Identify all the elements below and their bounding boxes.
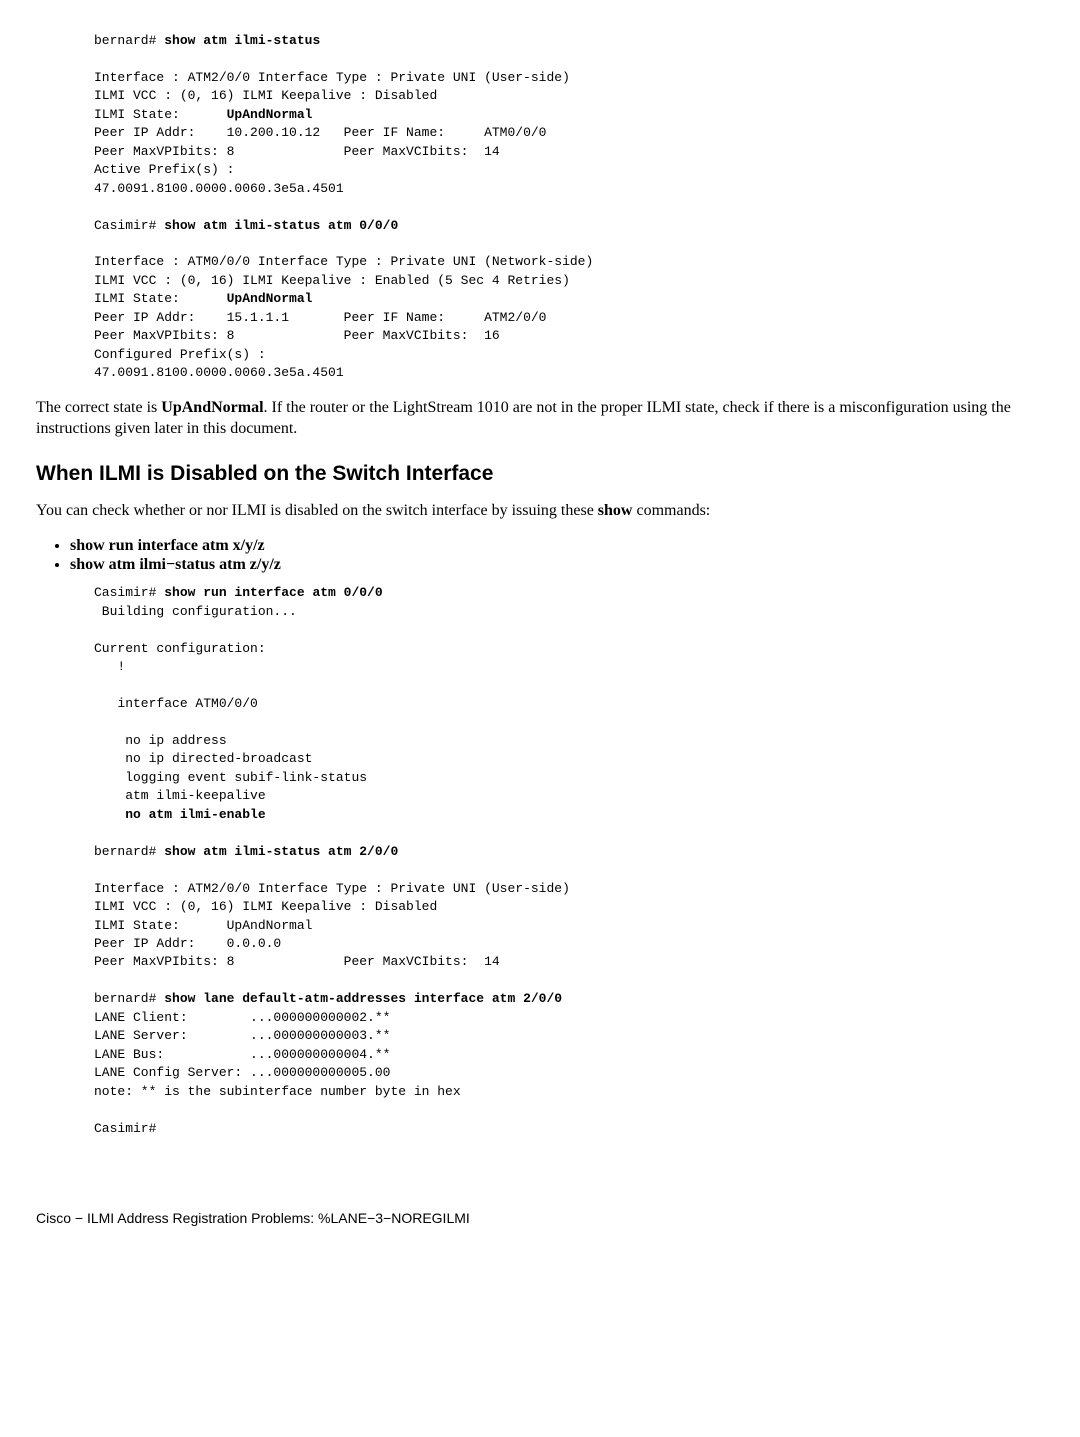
line: logging event subif-link-status <box>94 770 367 785</box>
terminal-output-2: Casimir# show run interface atm 0/0/0 Bu… <box>94 584 1044 1138</box>
command: show atm ilmi-status atm 2/0/0 <box>164 844 398 859</box>
prompt: bernard# <box>94 991 164 1006</box>
prompt: Casimir# <box>94 218 164 233</box>
line: Peer IP Addr: 10.200.10.12 Peer IF Name:… <box>94 125 546 140</box>
line: 47.0091.8100.0000.0060.3e5a.4501 <box>94 181 344 196</box>
page-footer: Cisco − ILMI Address Registration Proble… <box>36 1210 1044 1226</box>
list-item: show run interface atm x/y/z <box>70 537 1044 555</box>
terminal-output-1: bernard# show atm ilmi-status Interface … <box>94 32 1044 383</box>
line: LANE Server: ...000000000003.** <box>94 1028 390 1043</box>
command: show run interface atm 0/0/0 <box>164 585 382 600</box>
state-name: UpAndNormal <box>161 399 263 416</box>
command: show atm ilmi-status atm 0/0/0 <box>164 218 398 233</box>
line: LANE Config Server: ...000000000005.00 <box>94 1065 390 1080</box>
line: Configured Prefix(s) : <box>94 347 266 362</box>
line: Interface : ATM2/0/0 Interface Type : Pr… <box>94 881 570 896</box>
line: Interface : ATM0/0/0 Interface Type : Pr… <box>94 254 593 269</box>
prompt: Casimir# <box>94 1121 156 1136</box>
line-indent <box>94 807 125 822</box>
prompt: bernard# <box>94 844 164 859</box>
line: Peer MaxVPIbits: 8 Peer MaxVCIbits: 16 <box>94 328 500 343</box>
line: 47.0091.8100.0000.0060.3e5a.4501 <box>94 365 344 380</box>
command: show atm ilmi-status <box>164 33 320 48</box>
line: ILMI State: <box>94 107 227 122</box>
ilmi-state: UpAndNormal <box>227 107 313 122</box>
paragraph: The correct state is UpAndNormal. If the… <box>36 397 1044 440</box>
line: ILMI VCC : (0, 16) ILMI Keepalive : Enab… <box>94 273 570 288</box>
line: ILMI VCC : (0, 16) ILMI Keepalive : Disa… <box>94 899 437 914</box>
line: interface ATM0/0/0 <box>94 696 258 711</box>
paragraph: You can check whether or nor ILMI is dis… <box>36 500 1044 522</box>
command-list: show run interface atm x/y/z show atm il… <box>70 537 1044 574</box>
line: Current configuration: <box>94 641 266 656</box>
line: LANE Bus: ...000000000004.** <box>94 1047 390 1062</box>
prompt: bernard# <box>94 33 164 48</box>
line: Peer IP Addr: 0.0.0.0 <box>94 936 281 951</box>
line: atm ilmi-keepalive <box>94 788 266 803</box>
ilmi-state: UpAndNormal <box>227 291 313 306</box>
line: note: ** is the subinterface number byte… <box>94 1084 461 1099</box>
line: ILMI State: UpAndNormal <box>94 918 312 933</box>
command: show lane default-atm-addresses interfac… <box>164 991 562 1006</box>
line: ILMI VCC : (0, 16) ILMI Keepalive : Disa… <box>94 88 437 103</box>
line: Peer MaxVPIbits: 8 Peer MaxVCIbits: 14 <box>94 954 500 969</box>
line: Peer IP Addr: 15.1.1.1 Peer IF Name: ATM… <box>94 310 546 325</box>
line: Interface : ATM2/0/0 Interface Type : Pr… <box>94 70 570 85</box>
line: no ip directed-broadcast <box>94 751 312 766</box>
line: no ip address <box>94 733 227 748</box>
list-item: show atm ilmi−status atm z/y/z <box>70 556 1044 574</box>
command-name: show <box>598 502 633 519</box>
line: ILMI State: <box>94 291 227 306</box>
section-heading: When ILMI is Disabled on the Switch Inte… <box>36 462 1044 486</box>
line: Building configuration... <box>94 604 297 619</box>
prompt: Casimir# <box>94 585 164 600</box>
line: LANE Client: ...000000000002.** <box>94 1010 390 1025</box>
line: ! <box>94 659 125 674</box>
no-ilmi-enable: no atm ilmi-enable <box>125 807 265 822</box>
line: Peer MaxVPIbits: 8 Peer MaxVCIbits: 14 <box>94 144 500 159</box>
line: Active Prefix(s) : <box>94 162 234 177</box>
